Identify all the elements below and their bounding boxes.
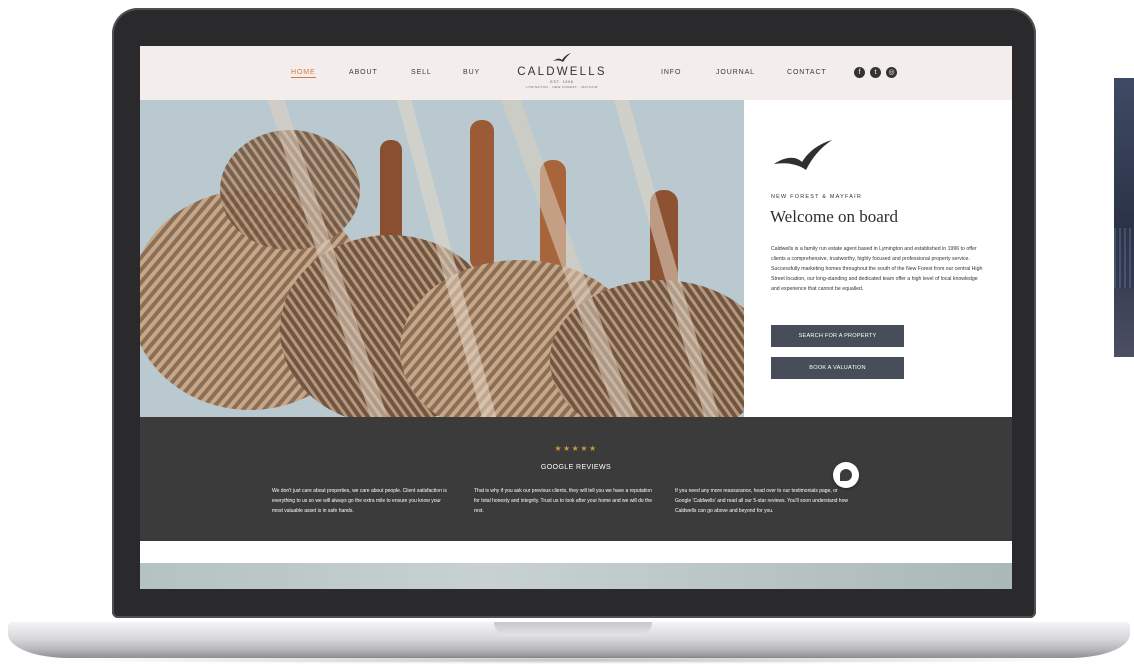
laptop-shadow bbox=[40, 656, 1100, 664]
seagull-logo-icon bbox=[553, 53, 571, 62]
hero-title: Welcome on board bbox=[770, 207, 898, 226]
hero-panel: NEW FOREST & MAYFAIR Welcome on board Ca… bbox=[744, 100, 1012, 417]
search-property-button[interactable]: SEARCH FOR A PROPERTY bbox=[771, 325, 904, 347]
adjacent-photo bbox=[1114, 78, 1134, 357]
logo-wordmark: CALDWELLS bbox=[517, 66, 607, 78]
hero-eyebrow: NEW FOREST & MAYFAIR bbox=[771, 194, 863, 200]
logo-established: EST. 1996 bbox=[550, 80, 574, 84]
review-column-1: We don't just care about properties, we … bbox=[272, 488, 447, 514]
book-valuation-button[interactable]: BOOK A VALUATION bbox=[771, 357, 904, 379]
section-spacer bbox=[140, 541, 1012, 563]
chat-bubble-icon[interactable] bbox=[833, 462, 859, 488]
logo-locations: LYMINGTON · NEW FOREST · MAYFAIR bbox=[526, 85, 598, 89]
hero-description: Caldwells is a family run estate agent b… bbox=[771, 246, 983, 292]
review-column-2: That is why if you ask our previous clie… bbox=[474, 488, 653, 514]
laptop-screen: HOME ABOUT SELL BUY CALDWELLS EST. 1996 … bbox=[140, 46, 1012, 589]
caldwells-logo[interactable]: CALDWELLS EST. 1996 LYMINGTON · NEW FORE… bbox=[512, 52, 612, 94]
nav-home[interactable]: HOME bbox=[291, 69, 316, 78]
twitter-icon[interactable]: t bbox=[870, 67, 881, 78]
instagram-icon[interactable]: ◎ bbox=[886, 67, 897, 78]
google-reviews-section: ★★★★★ GOOGLE REVIEWS We don't just care … bbox=[140, 417, 1012, 541]
nav-info[interactable]: INFO bbox=[661, 69, 681, 76]
reviews-title: GOOGLE REVIEWS bbox=[540, 464, 612, 471]
nav-buy[interactable]: BUY bbox=[463, 69, 480, 76]
rating-stars: ★★★★★ bbox=[554, 444, 598, 453]
laptop-opening-notch bbox=[494, 622, 652, 636]
nav-contact[interactable]: CONTACT bbox=[787, 69, 827, 76]
seagull-icon bbox=[774, 140, 832, 170]
nav-about[interactable]: ABOUT bbox=[349, 69, 378, 76]
site-header: HOME ABOUT SELL BUY CALDWELLS EST. 1996 … bbox=[140, 46, 1012, 100]
hero-rope-photo bbox=[140, 100, 744, 417]
next-section-photo bbox=[140, 563, 1012, 589]
nav-journal[interactable]: JOURNAL bbox=[716, 69, 755, 76]
review-column-3: If you need any more reassurance, head o… bbox=[675, 488, 848, 514]
facebook-icon[interactable]: f bbox=[854, 67, 865, 78]
rope-illustration bbox=[140, 100, 744, 417]
nav-sell[interactable]: SELL bbox=[411, 69, 432, 76]
